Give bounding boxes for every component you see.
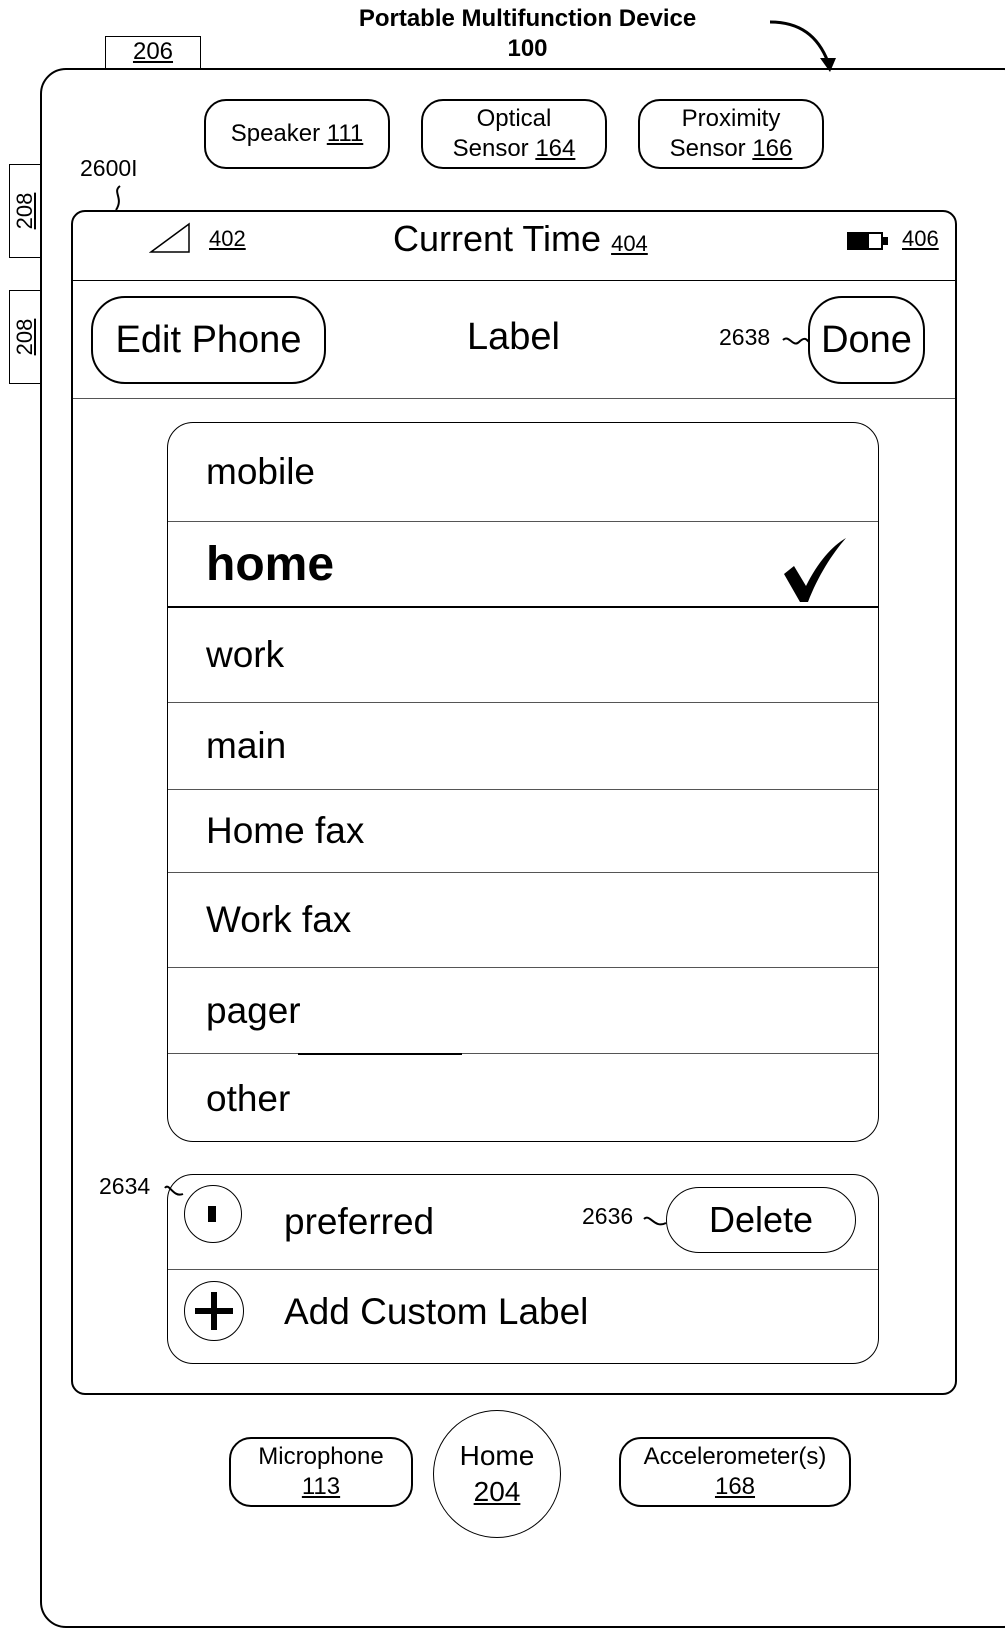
label-list: mobile home work main Home fax Work fax … [167,422,879,1142]
speaker-component: Speaker 111 [204,99,390,169]
minus-ref: 2634 [99,1173,151,1199]
remove-minus-icon[interactable] [184,1185,242,1243]
preferred-label: preferred [284,1201,435,1242]
nav-bar: Edit Phone Label 2638 Done [73,280,955,399]
custom-label-group: preferred 2636 Delete Add Custom Label [167,1174,879,1364]
nav-title: Label [467,316,560,358]
label-row-main[interactable]: main [168,703,878,790]
label-row-work-fax[interactable]: Work fax [168,873,878,968]
battery-icon [847,232,888,250]
home-button[interactable]: Home 204 [433,1410,561,1538]
device-title-line1: Portable Multifunction Device [358,5,697,32]
device-title-line2: 100 [507,35,548,62]
accelerometer-component: Accelerometer(s) 168 [619,1437,851,1507]
add-custom-label-text: Add Custom Label [284,1291,589,1332]
proximity-sensor-component: Proximity Sensor 166 [638,99,824,169]
signal-ref: 402 [209,226,246,251]
signal-strength-icon [149,222,190,253]
checkmark-icon [784,538,846,602]
delete-button[interactable]: Delete [666,1187,856,1253]
ref-206-tab: 206 [105,36,201,68]
label-row-work[interactable]: work [168,608,878,703]
device-pointer-arrow-icon [769,20,836,72]
label-row-home[interactable]: home [168,522,878,608]
status-bar: 402 Current Time 404 406 [73,212,955,281]
preferred-row[interactable]: preferred 2636 Delete [168,1175,878,1270]
optical-sensor-component: Optical Sensor 164 [421,99,607,169]
label-row-other[interactable]: other [168,1054,878,1141]
add-plus-icon[interactable] [184,1281,244,1341]
microphone-component: Microphone 113 [229,1437,413,1507]
device-title: Portable Multifunction Device 100 [300,4,755,64]
side-button-208-lower: 208 [9,290,40,384]
delete-ref: 2636 [582,1203,634,1229]
label-row-mobile[interactable]: mobile [168,423,878,522]
screen: 402 Current Time 404 406 Edit Phone Labe… [71,210,957,1395]
add-custom-label-row[interactable]: Add Custom Label [168,1269,878,1363]
label-row-home-fax[interactable]: Home fax [168,790,878,873]
screen-ref-label: 2600I [80,155,138,181]
current-time: Current Time 404 [393,218,648,259]
done-ref: 2638 [719,324,771,350]
battery-ref: 406 [902,226,939,251]
done-ref-leader-icon [782,337,810,345]
delete-ref-leader-icon [643,1216,667,1226]
screen-ref-leader-icon [115,185,121,211]
done-button[interactable]: Done [808,296,925,384]
side-button-208-upper: 208 [9,164,40,258]
edit-phone-button[interactable]: Edit Phone [91,296,326,384]
label-row-pager[interactable]: pager [168,968,878,1055]
